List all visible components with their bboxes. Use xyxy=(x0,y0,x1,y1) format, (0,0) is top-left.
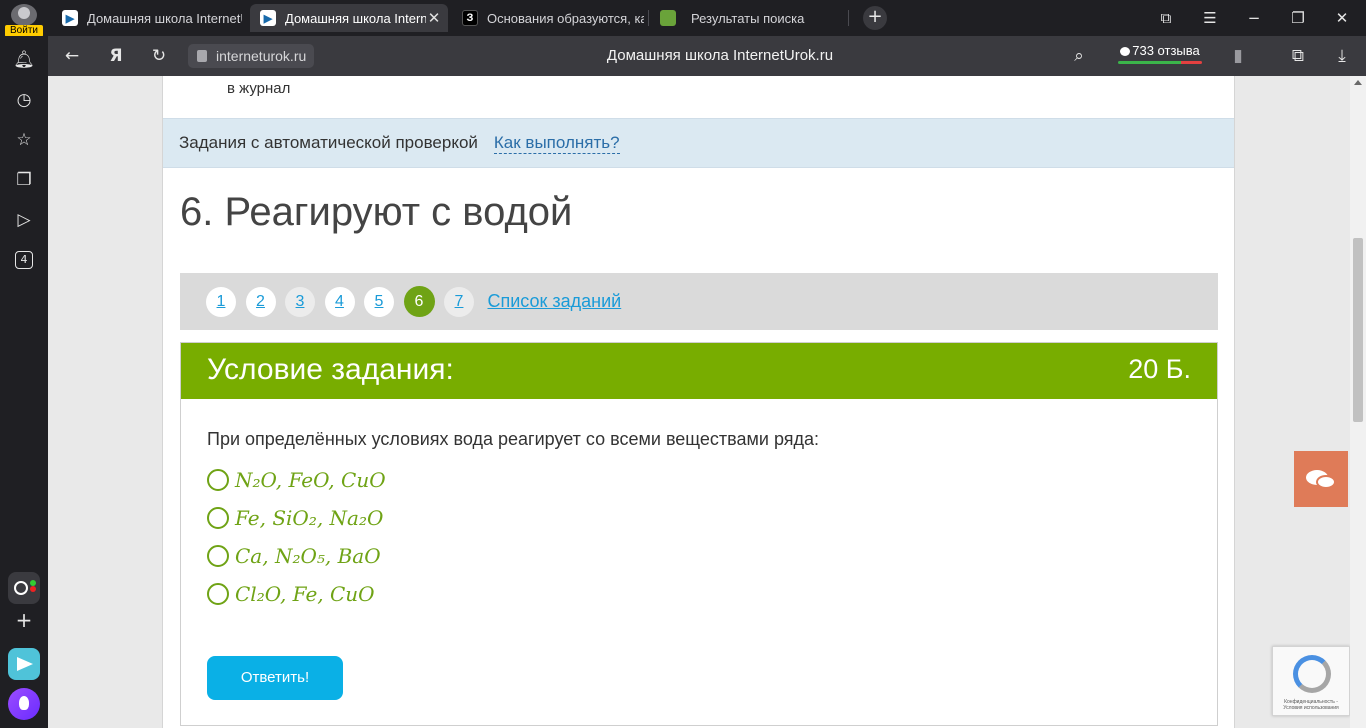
pager-item-4[interactable]: 4 xyxy=(324,286,355,317)
tab-1[interactable]: ▶ Домашняя школа InternetUrok.ru xyxy=(52,4,242,32)
task-points: 20 Б. xyxy=(1128,354,1191,384)
page-viewport: в журнал Задания с автоматической провер… xyxy=(48,76,1366,728)
answer-option-3[interactable]: Ca, N₂O₅, BaO xyxy=(207,541,381,571)
collections-icon[interactable]: ❐ xyxy=(12,168,36,192)
submit-answer-button[interactable]: Ответить! xyxy=(207,656,343,700)
pager-item-5[interactable]: 5 xyxy=(364,286,394,317)
avatar-icon xyxy=(11,4,37,26)
close-window-icon[interactable]: ✕ xyxy=(1330,6,1354,30)
pager-item-3[interactable]: 3 xyxy=(285,286,315,317)
recaptcha-logo-icon xyxy=(1293,655,1331,693)
reviews-badge[interactable]: 733 отзыва xyxy=(1118,42,1202,66)
task-header: Условие задания: 20 Б. xyxy=(181,343,1217,399)
account-button[interactable]: Войти xyxy=(0,0,48,37)
yandex-icon[interactable]: Я xyxy=(104,44,128,68)
video-play-icon[interactable]: ▷ xyxy=(12,208,36,232)
task-pager: 1 2 3 4 5 6 7 Список заданий xyxy=(180,273,1218,330)
page-title: Домашняя школа InternetUrok.ru xyxy=(606,47,834,64)
close-tab-icon[interactable]: ✕ xyxy=(426,9,442,27)
radio-button[interactable] xyxy=(207,545,229,567)
option-formula: Ca, N₂O₅, BaO xyxy=(235,544,381,568)
tab-2-active[interactable]: ▶ Домашняя школа InternetUrok.ru ✕ xyxy=(250,4,448,32)
send-app-icon[interactable] xyxy=(8,648,40,680)
page-content: в журнал Задания с автоматической провер… xyxy=(162,76,1235,728)
pager-item-1[interactable]: 1 xyxy=(206,286,236,317)
option-formula: N₂O, FeO, CuO xyxy=(235,468,386,492)
iu-icon: ▶ xyxy=(260,10,276,26)
how-to-link[interactable]: Как выполнять? xyxy=(493,133,620,154)
option-formula: Cl₂O, Fe, CuO xyxy=(235,582,375,606)
chat-bubble-icon xyxy=(1316,475,1336,489)
new-tab-plus-icon[interactable]: + xyxy=(863,6,887,30)
task-heading: 6. Реагируют с водой xyxy=(180,190,573,234)
tab-separator xyxy=(848,10,849,26)
pager-item-6-current[interactable]: 6 xyxy=(403,286,435,317)
add-app-plus-icon[interactable]: + xyxy=(12,608,36,632)
tab-title: Основания образуются, как... xyxy=(487,10,644,26)
restore-icon[interactable]: ❐ xyxy=(1286,6,1310,30)
answer-option-4[interactable]: Cl₂O, Fe, CuO xyxy=(207,579,375,609)
book-icon xyxy=(660,10,676,26)
option-formula: Fe, SiO₂, Na₂O xyxy=(235,506,384,530)
tab-strip: Войти ▶ Домашняя школа InternetUrok.ru ▶… xyxy=(0,0,1366,37)
bookmark-icon[interactable]: ▮ xyxy=(1226,44,1250,68)
recaptcha-badge[interactable]: Конфиденциальность - Условия использован… xyxy=(1272,646,1350,716)
question-text: При определённых условиях вода реагирует… xyxy=(207,429,820,449)
back-arrow-icon[interactable]: ← xyxy=(60,44,84,68)
page-scrollbar[interactable] xyxy=(1350,76,1366,728)
journal-text: в журнал xyxy=(227,80,291,97)
auto-check-banner: Задания с автоматической проверкой Как в… xyxy=(163,118,1234,168)
iu-icon: ▶ xyxy=(62,10,78,26)
tab-title: Домашняя школа InternetUrok.ru xyxy=(285,10,426,26)
counter-icon[interactable]: 4 xyxy=(12,248,36,272)
extensions-icon[interactable]: ⧉ xyxy=(1286,44,1310,68)
menu-icon[interactable]: ☰ xyxy=(1198,6,1222,30)
counter-value: 4 xyxy=(15,251,33,269)
tab-title: Домашняя школа InternetUrok.ru xyxy=(87,10,242,26)
scrollbar-thumb[interactable] xyxy=(1353,238,1363,422)
lock-icon xyxy=(197,50,207,62)
recaptcha-terms: Конфиденциальность - Условия использован… xyxy=(1283,699,1339,711)
rating-bar xyxy=(1118,61,1202,64)
tab-separator xyxy=(648,10,649,26)
tab-3[interactable]: З Основания образуются, как... xyxy=(452,4,644,32)
zoom-icon[interactable]: ⌕ xyxy=(1067,44,1091,68)
history-clock-icon[interactable]: ◷ xyxy=(12,88,36,112)
z-icon: З xyxy=(462,10,478,26)
url-text: interneturok.ru xyxy=(216,48,307,64)
multi-app-icon[interactable] xyxy=(8,572,40,604)
tabs-collection-icon[interactable]: ⧉ xyxy=(1154,6,1178,30)
radio-button[interactable] xyxy=(207,507,229,529)
task-box: Условие задания: 20 Б. При определённых … xyxy=(180,342,1218,726)
url-field[interactable]: interneturok.ru xyxy=(188,44,315,68)
browser-sidebar: 🔔︎ ◷ ☆ ❐ ▷ 4 + xyxy=(0,36,48,728)
radio-button[interactable] xyxy=(207,469,229,491)
reviews-text: 733 отзыва xyxy=(1132,43,1200,58)
download-icon[interactable]: ⤓ xyxy=(1330,44,1354,68)
task-list-link[interactable]: Список заданий xyxy=(488,291,622,312)
star-icon[interactable]: ☆ xyxy=(12,128,36,152)
bell-icon[interactable]: 🔔︎ xyxy=(12,48,36,72)
comment-icon xyxy=(1120,47,1131,56)
address-bar: ← Я ↻ interneturok.ru Домашняя школа Int… xyxy=(0,36,1366,76)
answer-option-2[interactable]: Fe, SiO₂, Na₂O xyxy=(207,503,383,533)
radio-button[interactable] xyxy=(207,583,229,605)
tab-title: Результаты поиска xyxy=(691,10,805,26)
scroll-up-arrow-icon[interactable] xyxy=(1354,80,1362,85)
alice-icon[interactable] xyxy=(8,688,40,720)
pager-item-2[interactable]: 2 xyxy=(245,286,276,317)
task-condition-label: Условие задания: xyxy=(207,353,454,386)
minimize-icon[interactable]: − xyxy=(1242,6,1266,30)
tab-4[interactable]: Результаты поиска xyxy=(650,4,850,32)
reload-icon[interactable]: ↻ xyxy=(147,44,171,68)
answer-option-1[interactable]: N₂O, FeO, CuO xyxy=(207,465,386,495)
chat-widget-button[interactable] xyxy=(1294,451,1348,507)
banner-label: Задания с автоматической проверкой xyxy=(179,133,478,152)
pager-item-7[interactable]: 7 xyxy=(444,286,474,317)
